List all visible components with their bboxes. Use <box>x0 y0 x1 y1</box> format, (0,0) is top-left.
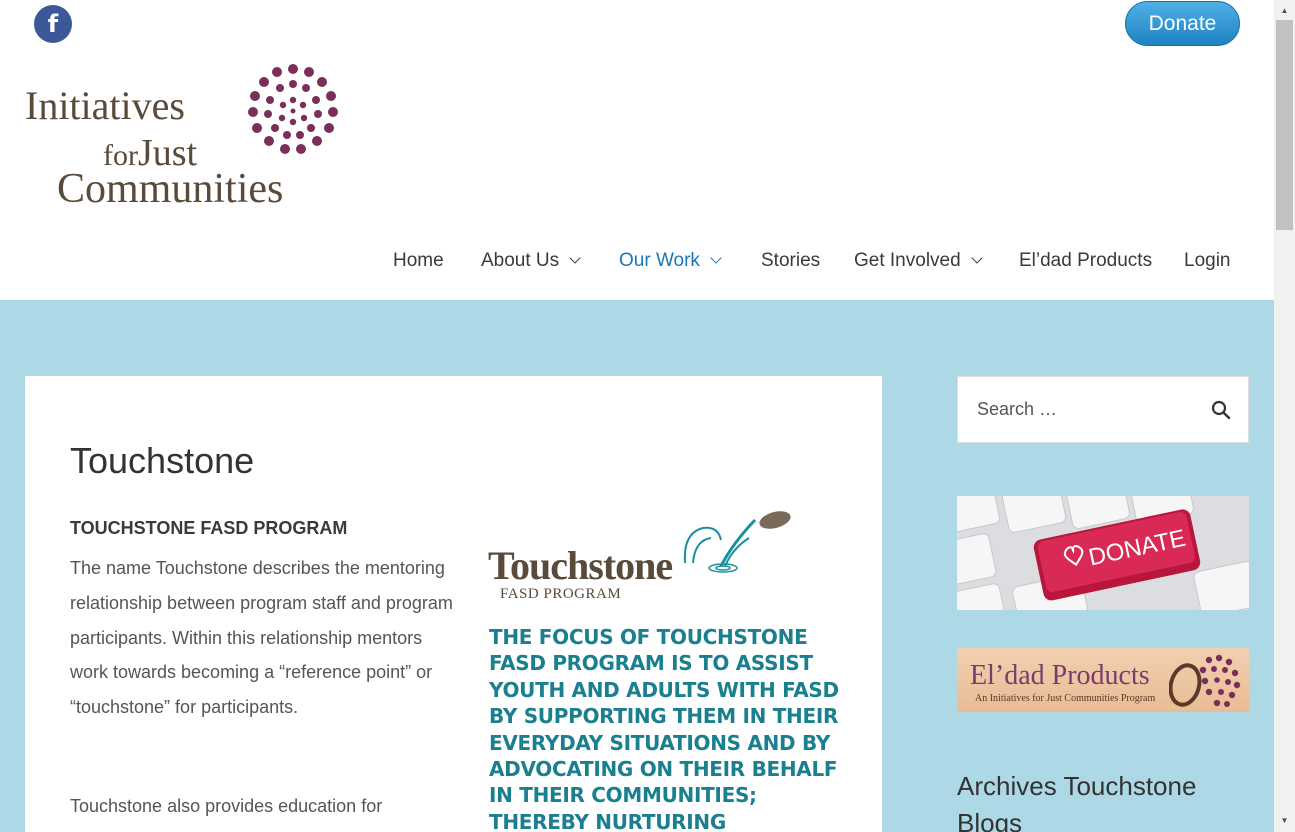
scroll-down-arrow-icon[interactable]: ▼ <box>1274 812 1295 829</box>
search-input[interactable]: Search … <box>957 376 1249 443</box>
paragraph-1: The name Touchstone describes the mentor… <box>70 558 453 718</box>
article-card: Touchstone TOUCHSTONE FASD PROGRAM The n… <box>25 376 882 832</box>
nav-get-involved[interactable]: Get Involved <box>854 250 983 272</box>
search-placeholder: Search … <box>977 399 1058 419</box>
nav-home[interactable]: Home <box>393 250 444 272</box>
touchstone-subtitle: FASD PROGRAM <box>500 586 622 602</box>
eldad-products-banner[interactable]: El’dad Products An Initiatives for Just … <box>957 648 1249 712</box>
eldad-subtitle: An Initiatives for Just Communities Prog… <box>975 693 1156 704</box>
site-logo[interactable]: Initiatives forJust Communities <box>25 62 345 210</box>
nav-eldad-products[interactable]: El’dad Products <box>1019 250 1152 272</box>
nav-login[interactable]: Login <box>1184 250 1231 272</box>
fountain-stone-icon <box>683 511 791 573</box>
touchstone-wordmark: Touchstone <box>488 543 673 588</box>
nav-our-work[interactable]: Our Work <box>619 250 722 272</box>
paragraph-2: Touchstone also provides education for <box>70 796 383 816</box>
main-nav: Home About Us Our Work Stories Get Invol… <box>0 250 1274 276</box>
keyboard-image: DONATE <box>957 496 1249 610</box>
touchstone-logo: Touchstone FASD PROGRAM <box>488 508 798 608</box>
archives-heading: Archives Touchstone Blogs <box>957 771 1197 832</box>
focus-statement: THE FOCUS OF TOUCHSTONE FASD PROGRAM IS … <box>489 625 839 832</box>
scroll-up-arrow-icon[interactable]: ▲ <box>1274 2 1295 19</box>
eldad-title: El’dad Products <box>970 660 1150 691</box>
logo-line-1: Initiatives <box>25 83 185 128</box>
logo-line-3: Communities <box>57 166 284 212</box>
page-scrollbar[interactable]: ▲ ▼ <box>1274 0 1295 832</box>
scrollbar-thumb[interactable] <box>1276 20 1293 230</box>
page-title: Touchstone <box>70 440 255 481</box>
eldad-logo-icon <box>1169 654 1241 707</box>
chevron-down-icon <box>569 252 581 264</box>
search-icon[interactable] <box>1210 399 1232 421</box>
site-header: f Donate Initiatives forJust Communities <box>0 0 1274 300</box>
nav-about-us[interactable]: About Us <box>481 250 581 272</box>
donate-keyboard-image[interactable]: DONATE <box>957 496 1249 610</box>
chevron-down-icon <box>710 252 722 264</box>
chevron-down-icon <box>971 252 983 264</box>
logo-dots-icon <box>248 64 338 154</box>
nav-stories[interactable]: Stories <box>761 250 820 272</box>
program-heading: TOUCHSTONE FASD PROGRAM <box>70 518 348 538</box>
donate-button[interactable]: Donate <box>1125 1 1240 46</box>
facebook-icon[interactable]: f <box>34 5 72 43</box>
